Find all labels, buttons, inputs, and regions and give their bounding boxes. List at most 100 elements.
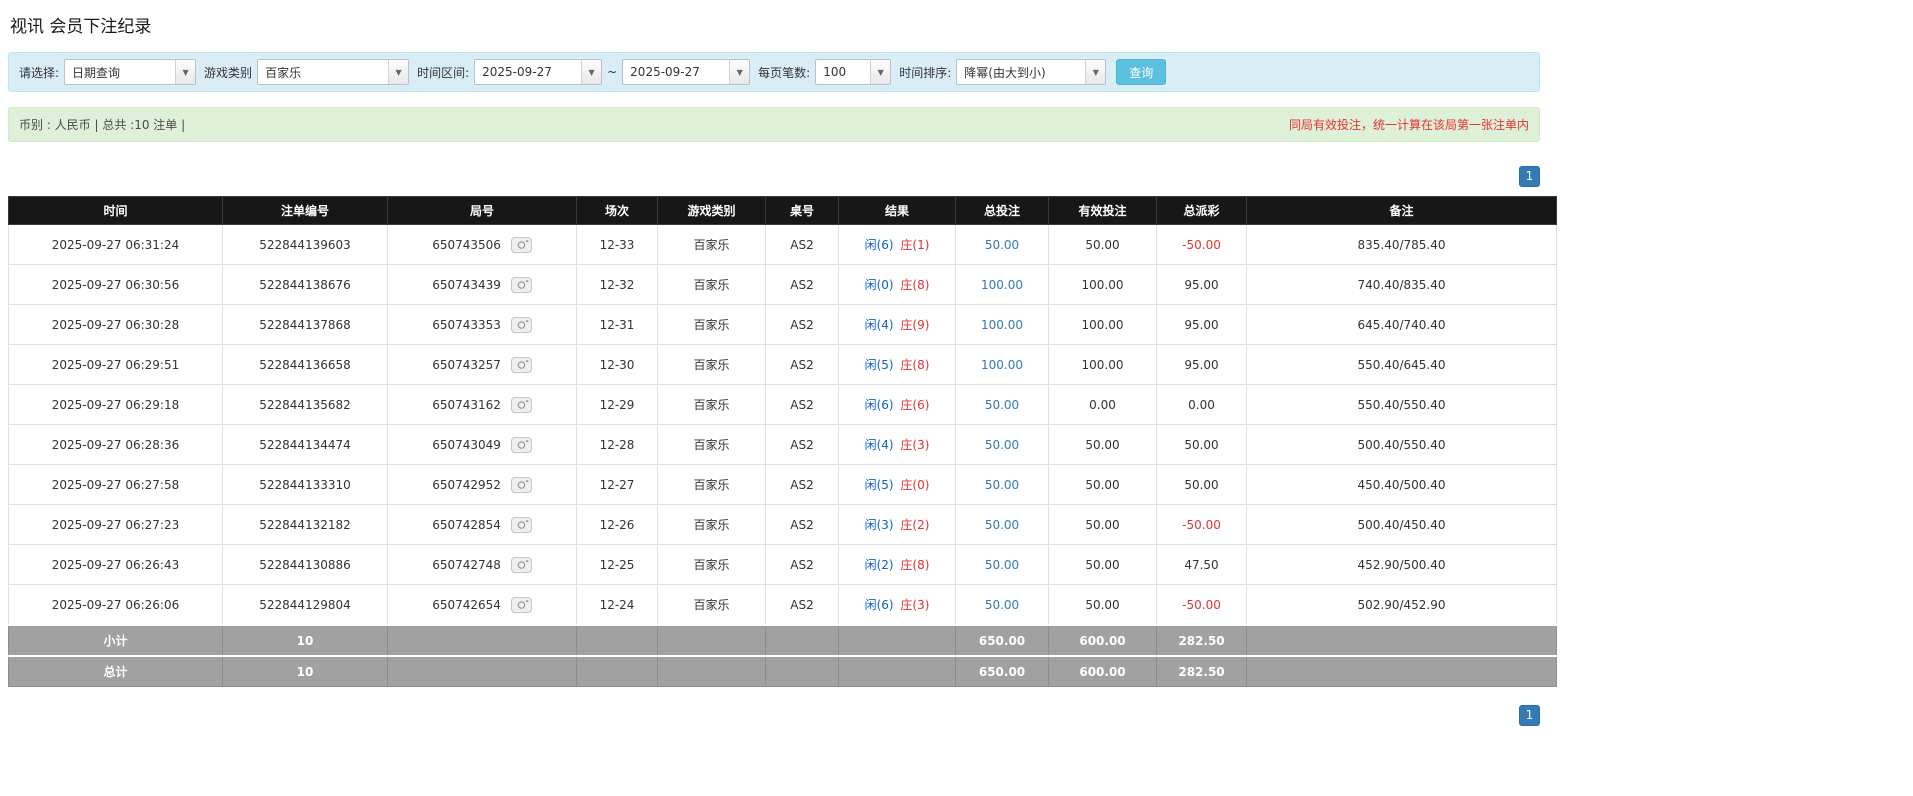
- chevron-down-icon[interactable]: ▼: [1085, 60, 1105, 84]
- banker-result: 庄(3): [900, 598, 929, 612]
- replay-icon[interactable]: [511, 477, 532, 493]
- replay-icon[interactable]: [511, 437, 532, 453]
- replay-icon[interactable]: [511, 597, 532, 613]
- chevron-down-icon[interactable]: ▼: [388, 60, 408, 84]
- table-row: 2025-09-27 06:29:18 522844135682 6507431…: [9, 385, 1557, 425]
- date-range-label: 时间区间:: [417, 64, 469, 81]
- cell-session: 12-30: [577, 345, 658, 385]
- player-result: 闲(4): [865, 438, 894, 452]
- cell-session: 12-33: [577, 225, 658, 265]
- cell-bet-id: 522844133310: [223, 465, 388, 505]
- replay-icon[interactable]: [511, 397, 532, 413]
- subtotal-row: 小计 10 650.00 600.00 282.50: [9, 625, 1557, 656]
- cell-game-type: 百家乐: [658, 425, 766, 465]
- total-bet-link[interactable]: 50.00: [985, 438, 1019, 452]
- total-bet-link[interactable]: 50.00: [985, 518, 1019, 532]
- cell-time: 2025-09-27 06:30:56: [9, 265, 223, 305]
- cell-bet-id: 522844139603: [223, 225, 388, 265]
- cell-game-type: 百家乐: [658, 305, 766, 345]
- total-bet-link[interactable]: 50.00: [985, 558, 1019, 572]
- cell-game-type: 百家乐: [658, 545, 766, 585]
- cell-session: 12-32: [577, 265, 658, 305]
- cell-bet-id: 522844136658: [223, 345, 388, 385]
- cell-result: 闲(4) 庄(3): [839, 425, 956, 465]
- chevron-down-icon[interactable]: ▼: [175, 60, 195, 84]
- chevron-down-icon[interactable]: ▼: [729, 60, 749, 84]
- date-from-combo[interactable]: ▼: [474, 59, 602, 85]
- column-header: 时间: [9, 197, 223, 225]
- player-result: 闲(6): [865, 598, 894, 612]
- cell-total-bet: 50.00: [956, 385, 1049, 425]
- cell-game-type: 百家乐: [658, 225, 766, 265]
- cell-table-no: AS2: [766, 305, 839, 345]
- chevron-down-icon[interactable]: ▼: [870, 60, 890, 84]
- round-id-text: 650743506: [432, 238, 501, 252]
- cell-time: 2025-09-27 06:27:23: [9, 505, 223, 545]
- cell-game-type: 百家乐: [658, 505, 766, 545]
- page-size-label: 每页笔数:: [758, 64, 810, 81]
- cell-payout: 47.50: [1157, 545, 1247, 585]
- banker-result: 庄(8): [900, 278, 929, 292]
- replay-icon[interactable]: [511, 277, 532, 293]
- select-type-input[interactable]: [65, 60, 175, 84]
- replay-icon[interactable]: [511, 557, 532, 573]
- page-button-1[interactable]: 1: [1519, 166, 1540, 187]
- cell-bet-id: 522844138676: [223, 265, 388, 305]
- replay-icon[interactable]: [511, 317, 532, 333]
- date-to-combo[interactable]: ▼: [622, 59, 750, 85]
- page-size-input[interactable]: [816, 60, 870, 84]
- search-button[interactable]: 查询: [1116, 59, 1166, 85]
- cell-total-bet: 100.00: [956, 345, 1049, 385]
- cell-total-bet: 50.00: [956, 465, 1049, 505]
- cell-total-bet: 50.00: [956, 545, 1049, 585]
- cell-result: 闲(5) 庄(0): [839, 465, 956, 505]
- column-header: 场次: [577, 197, 658, 225]
- cell-valid-bet: 50.00: [1049, 545, 1157, 585]
- total-bet-link[interactable]: 100.00: [981, 278, 1023, 292]
- total-bet-link[interactable]: 100.00: [981, 318, 1023, 332]
- total-bet-link[interactable]: 50.00: [985, 398, 1019, 412]
- cell-bet-id: 522844132182: [223, 505, 388, 545]
- page-size-combo[interactable]: ▼: [815, 59, 891, 85]
- cell-time: 2025-09-27 06:30:28: [9, 305, 223, 345]
- column-header: 总投注: [956, 197, 1049, 225]
- replay-icon[interactable]: [511, 237, 532, 253]
- date-from-input[interactable]: [475, 60, 581, 84]
- cell-total-bet: 100.00: [956, 305, 1049, 345]
- page-button-1[interactable]: 1: [1519, 705, 1540, 726]
- cell-session: 12-31: [577, 305, 658, 345]
- chevron-down-icon[interactable]: ▼: [581, 60, 601, 84]
- cell-game-type: 百家乐: [658, 265, 766, 305]
- table-row: 2025-09-27 06:29:51 522844136658 6507432…: [9, 345, 1557, 385]
- cell-payout: 50.00: [1157, 425, 1247, 465]
- round-id-text: 650743257: [432, 358, 501, 372]
- total-bet-link[interactable]: 50.00: [985, 238, 1019, 252]
- total-bet-link[interactable]: 50.00: [985, 478, 1019, 492]
- cell-table-no: AS2: [766, 585, 839, 626]
- game-type-combo[interactable]: ▼: [257, 59, 409, 85]
- cell-session: 12-26: [577, 505, 658, 545]
- banker-result: 庄(6): [900, 398, 929, 412]
- game-type-input[interactable]: [258, 60, 388, 84]
- cell-payout: 95.00: [1157, 305, 1247, 345]
- cell-result: 闲(6) 庄(3): [839, 585, 956, 626]
- select-type-combo[interactable]: ▼: [64, 59, 196, 85]
- cell-remark: 500.40/450.40: [1247, 505, 1557, 545]
- total-bet-link[interactable]: 50.00: [985, 598, 1019, 612]
- cell-table-no: AS2: [766, 465, 839, 505]
- total-bet-link[interactable]: 100.00: [981, 358, 1023, 372]
- subtotal-label: 小计: [9, 625, 223, 656]
- table-row: 2025-09-27 06:26:43 522844130886 6507427…: [9, 545, 1557, 585]
- cell-valid-bet: 100.00: [1049, 305, 1157, 345]
- time-sort-label: 时间排序:: [899, 64, 951, 81]
- cell-time: 2025-09-27 06:29:51: [9, 345, 223, 385]
- time-sort-input[interactable]: [957, 60, 1085, 84]
- table-row: 2025-09-27 06:30:56 522844138676 6507434…: [9, 265, 1557, 305]
- date-to-input[interactable]: [623, 60, 729, 84]
- replay-icon[interactable]: [511, 357, 532, 373]
- banker-result: 庄(3): [900, 438, 929, 452]
- replay-icon[interactable]: [511, 517, 532, 533]
- total-label: 总计: [9, 656, 223, 687]
- cell-bet-id: 522844134474: [223, 425, 388, 465]
- time-sort-combo[interactable]: ▼: [956, 59, 1106, 85]
